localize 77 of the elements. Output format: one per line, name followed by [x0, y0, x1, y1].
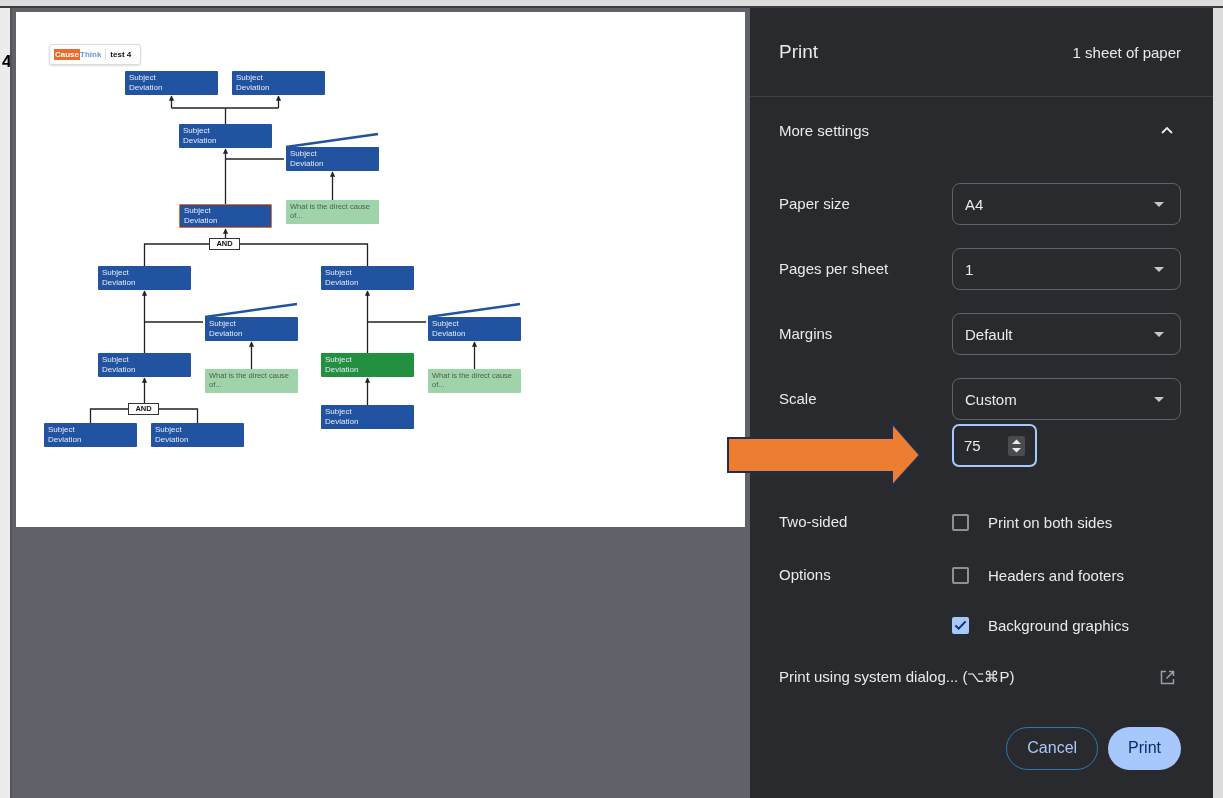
node-subject: Subject: [432, 319, 460, 329]
brand-logo-text: Think: [80, 50, 102, 59]
checkbox-option[interactable]: Headers and footers: [952, 565, 1129, 585]
dropdown[interactable]: A4: [952, 183, 1181, 225]
checkbox-option[interactable]: Print on both sides: [952, 512, 1113, 532]
node-subject: Subject: [155, 425, 183, 435]
node-deviation: Deviation: [325, 365, 360, 375]
node-subject: Subject: [184, 206, 212, 216]
cause-node[interactable]: Subject Deviation: [98, 266, 191, 290]
cause-node[interactable]: Subject Deviation: [44, 423, 137, 447]
node-subject: Subject: [290, 149, 318, 159]
node-deviation: Deviation: [102, 365, 137, 375]
dropdown[interactable]: 1: [952, 248, 1181, 290]
diagram-title: test 4: [110, 50, 132, 59]
node-deviation: Deviation: [290, 159, 325, 169]
node-deviation: Deviation: [432, 329, 467, 339]
setting-label: Paper size: [779, 194, 851, 214]
node-subject: Subject: [209, 319, 237, 329]
cause-node[interactable]: Subject Deviation: [205, 317, 298, 341]
node-subject: Subject: [102, 355, 130, 365]
checkbox[interactable]: [952, 513, 969, 531]
cause-node[interactable]: Subject Deviation: [179, 204, 272, 228]
node-subject: Subject: [129, 73, 157, 83]
node-subject: Subject: [325, 407, 353, 417]
scale-input[interactable]: 75: [952, 424, 1037, 467]
checkbox-label: Headers and footers: [988, 566, 1124, 584]
node-deviation: Deviation: [325, 278, 360, 288]
chevron-up-icon: [1161, 126, 1173, 134]
cause-node[interactable]: Subject Deviation: [321, 405, 414, 429]
caret-icon: [1154, 266, 1164, 272]
verified-cause-node[interactable]: Subject Deviation: [321, 353, 414, 377]
node-subject: Subject: [325, 355, 353, 365]
system-dialog-link[interactable]: Print using system dialog... (⌥⌘P): [779, 668, 1015, 686]
checkbox-label: Background graphics: [988, 616, 1129, 634]
checkbox-option[interactable]: Background graphics: [952, 615, 1129, 635]
node-deviation: Deviation: [129, 83, 164, 93]
node-subject: Subject: [102, 268, 130, 278]
node-subject: Subject: [48, 425, 76, 435]
node-deviation: Deviation: [183, 136, 218, 146]
node-deviation: Deviation: [155, 435, 190, 445]
cause-node[interactable]: Subject Deviation: [428, 317, 521, 341]
node-deviation: Deviation: [209, 329, 244, 339]
open-external-icon: [1160, 669, 1175, 685]
cause-node[interactable]: Subject Deviation: [125, 71, 218, 95]
caret-icon: [1154, 331, 1164, 337]
brand-logo-text: Cause: [54, 49, 80, 60]
sheet-count: 1 sheet of paper: [1072, 43, 1181, 61]
dialog-title: Print: [779, 41, 819, 63]
checkbox[interactable]: [952, 566, 969, 584]
dropdown[interactable]: Custom: [952, 378, 1181, 420]
node-deviation: Deviation: [236, 83, 271, 93]
cause-node[interactable]: Subject Deviation: [151, 423, 244, 447]
checkbox[interactable]: [952, 616, 969, 634]
setting-label: Margins: [779, 324, 834, 344]
setting-label: Pages per sheet: [779, 259, 890, 279]
node-deviation: Deviation: [102, 278, 137, 288]
spinner-icon: [1008, 435, 1025, 456]
setting-label: Options: [779, 565, 832, 585]
more-settings-toggle[interactable]: More settings: [779, 97, 1181, 163]
cause-node[interactable]: Subject Deviation: [232, 71, 325, 95]
checkbox-label: Print on both sides: [988, 513, 1113, 531]
cause-node[interactable]: Subject Deviation: [179, 124, 272, 148]
node-deviation: Deviation: [184, 216, 219, 226]
setting-label: Two-sided: [779, 512, 849, 532]
node-subject: Subject: [236, 73, 264, 83]
node-deviation: Deviation: [325, 417, 360, 427]
cause-node[interactable]: Subject Deviation: [286, 147, 379, 171]
node-deviation: Deviation: [48, 435, 83, 445]
caret-icon: [1154, 396, 1164, 402]
cause-node[interactable]: Subject Deviation: [98, 353, 191, 377]
dropdown[interactable]: Default: [952, 313, 1181, 355]
node-subject: Subject: [325, 268, 353, 278]
cause-node[interactable]: Subject Deviation: [321, 266, 414, 290]
print-button[interactable]: Print: [1108, 726, 1181, 770]
caret-icon: [1154, 201, 1164, 207]
node-subject: Subject: [183, 126, 211, 136]
setting-label: Scale: [779, 389, 818, 409]
